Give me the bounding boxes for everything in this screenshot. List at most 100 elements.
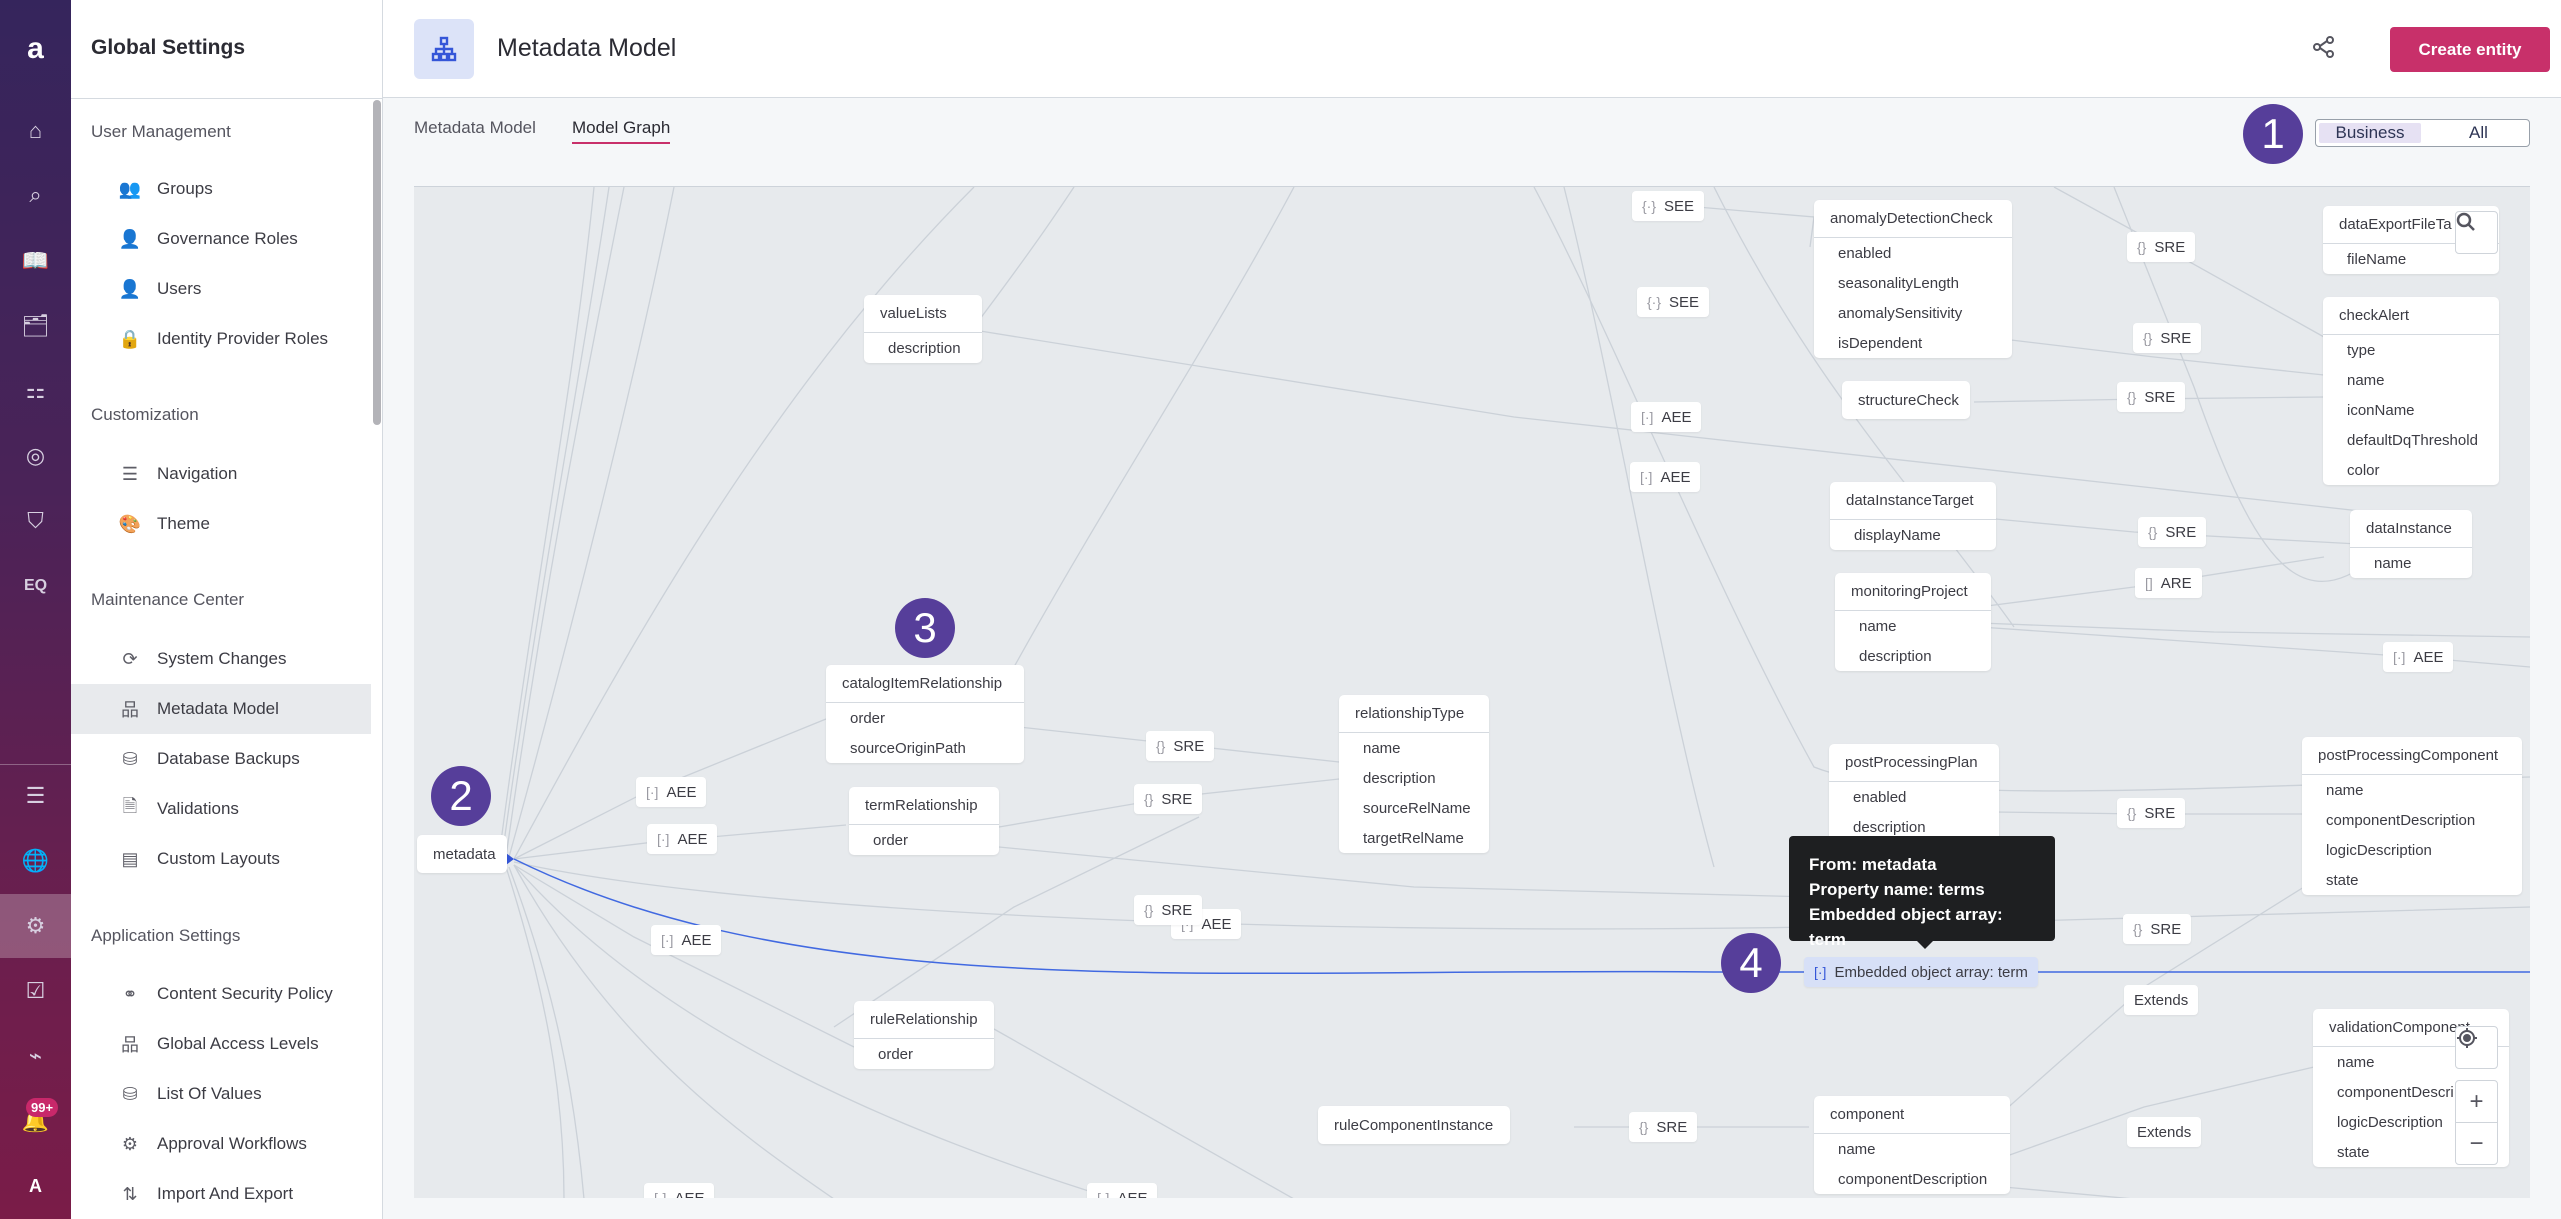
- node-structureCheck[interactable]: structureCheck: [1842, 381, 1970, 419]
- query-icon[interactable]: EQ: [0, 558, 71, 614]
- edge-label[interactable]: {} SRE: [2123, 914, 2192, 944]
- annotation-marker-1: 1: [2243, 104, 2303, 164]
- page-title: Metadata Model: [497, 34, 677, 62]
- home-icon[interactable]: ⌂: [0, 103, 71, 159]
- edge-label[interactable]: {·} SEE: [1632, 191, 1705, 221]
- model-graph-canvas[interactable]: valueLists description anomalyDetectionCh…: [414, 186, 2530, 1198]
- edge-label[interactable]: {} SRE: [2117, 798, 2186, 828]
- node-dataInstanceTarget[interactable]: dataInstanceTarget displayName: [1830, 482, 1996, 550]
- create-entity-button[interactable]: Create entity: [2390, 27, 2550, 72]
- edge-label-text: AEE: [1117, 1189, 1148, 1199]
- sidebar-item-groups[interactable]: 👥 Groups: [71, 164, 371, 214]
- edge-label[interactable]: {} SRE: [2133, 323, 2202, 353]
- node-anomalyDetectionCheck[interactable]: anomalyDetectionCheck enabled seasonalityL…: [1814, 200, 2012, 358]
- monitor-icon[interactable]: ⌁: [0, 1028, 71, 1084]
- edge-label[interactable]: [·] AEE: [1630, 462, 1701, 492]
- user-avatar[interactable]: A: [0, 1158, 71, 1214]
- graph-search-button[interactable]: [2455, 211, 2498, 254]
- edge-label-text: SEE: [1669, 293, 1700, 311]
- sidebar-item-label: Users: [157, 279, 202, 298]
- tasks-icon[interactable]: ☑: [0, 963, 71, 1019]
- edge-label[interactable]: [·] AEE: [651, 925, 722, 955]
- sidebar-item-users[interactable]: 👤 Users: [71, 264, 371, 314]
- graph-center-button[interactable]: [2455, 1026, 2498, 1069]
- sidebar-item-navigation[interactable]: ☰ Navigation: [71, 449, 371, 499]
- single-reference-icon: {}: [1144, 791, 1154, 807]
- toggle-all[interactable]: All: [2431, 123, 2526, 143]
- highlighted-edge-label[interactable]: [·] Embedded object array: term: [1804, 957, 2038, 987]
- zoom-in-button[interactable]: +: [2455, 1080, 2498, 1123]
- sidebar-item-list-of-values[interactable]: ⛁ List Of Values: [71, 1069, 371, 1119]
- node-postProcessingComponent[interactable]: postProcessingComponent name componentDesc…: [2302, 737, 2522, 895]
- app-logo[interactable]: a: [0, 21, 71, 77]
- zoom-out-button[interactable]: −: [2455, 1122, 2498, 1165]
- edge-label[interactable]: [·] AEE: [1631, 402, 1702, 432]
- section-user-management: User Management: [91, 122, 231, 141]
- edge-label[interactable]: {} SRE: [2138, 517, 2207, 547]
- shield-icon[interactable]: ⛉: [0, 493, 71, 549]
- edge-label[interactable]: {·} SEE: [1637, 287, 1710, 317]
- sidebar-item-content-security-policy[interactable]: ⚭ Content Security Policy: [71, 969, 371, 1019]
- edge-label[interactable]: Extends: [2124, 985, 2199, 1015]
- edge-label[interactable]: [·] AEE: [2383, 642, 2454, 672]
- target-icon[interactable]: ◎: [0, 428, 71, 484]
- sidebar-item-approval-workflows[interactable]: ⚙ Approval Workflows: [71, 1119, 371, 1169]
- edge-label[interactable]: [·] AEE: [1087, 1183, 1158, 1199]
- tab-model-graph[interactable]: Model Graph: [572, 118, 671, 144]
- edge-label[interactable]: {} SRE: [1134, 895, 1203, 925]
- edge-label[interactable]: [·] AEE: [644, 1183, 715, 1198]
- edge-label[interactable]: [] ARE: [2135, 568, 2202, 598]
- node-ruleComponentInstance[interactable]: ruleComponentInstance: [1318, 1106, 1510, 1144]
- sidebar-item-metadata-model[interactable]: 品 Metadata Model: [71, 684, 371, 734]
- sidebar-item-validations[interactable]: 🗎 Validations: [71, 784, 371, 834]
- list-icon[interactable]: ☰: [0, 768, 71, 824]
- edge-label[interactable]: [·] AEE: [647, 824, 718, 854]
- node-valueLists[interactable]: valueLists description: [864, 295, 982, 363]
- share-icon[interactable]: [2313, 36, 2335, 65]
- node-checkAlert[interactable]: checkAlert type name iconName defaultDqThres…: [2323, 297, 2499, 485]
- sidebar-item-governance-roles[interactable]: 👤 Governance Roles: [71, 214, 371, 264]
- node-dataInstance[interactable]: dataInstance name: [2350, 510, 2472, 578]
- node-relationshipType[interactable]: relationshipType name description sourceRel…: [1339, 695, 1489, 853]
- node-ruleRelationship[interactable]: ruleRelationship order: [854, 1001, 994, 1069]
- sidebar-item-import-and-export[interactable]: ⇅ Import And Export: [71, 1169, 371, 1219]
- node-title: component: [1814, 1096, 2010, 1134]
- documents-icon[interactable]: 🗂: [0, 298, 71, 354]
- sidebar-item-theme[interactable]: 🎨 Theme: [71, 499, 371, 549]
- sidebar-item-global-access-levels[interactable]: 品 Global Access Levels: [71, 1019, 371, 1069]
- edge-label-text: AEE: [681, 931, 712, 949]
- sidebar-item-custom-layouts[interactable]: ▤ Custom Layouts: [71, 834, 371, 884]
- search-icon[interactable]: ⌕: [0, 167, 71, 223]
- sidebar-item-database-backups[interactable]: ⛁ Database Backups: [71, 734, 371, 784]
- edge-label-text: SRE: [1656, 1118, 1688, 1136]
- node-field: iconName: [2347, 401, 2415, 419]
- sidebar-scrollbar[interactable]: [373, 100, 381, 425]
- sidebar-item-label: Theme: [157, 514, 210, 533]
- book-icon[interactable]: 📖: [0, 233, 71, 289]
- sidebar-item-label: Metadata Model: [157, 699, 279, 718]
- globe-icon[interactable]: 🌐: [0, 833, 71, 889]
- edge-label[interactable]: {} SRE: [1146, 731, 1215, 761]
- sidebar-item-system-changes[interactable]: ⟳ System Changes: [71, 634, 371, 684]
- edge-label[interactable]: {} SRE: [2127, 232, 2196, 262]
- node-catalogItemRelationship[interactable]: catalogItemRelationship order sourceOrigin…: [826, 665, 1024, 763]
- node-termRelationship[interactable]: termRelationship order: [849, 787, 999, 855]
- sidebar-item-identity-provider-roles[interactable]: 🔒 Identity Provider Roles: [71, 314, 371, 364]
- edge-label[interactable]: Extends: [2127, 1117, 2202, 1147]
- settings-icon[interactable]: ⚙: [0, 894, 71, 958]
- edge-label[interactable]: {} SRE: [1134, 784, 1203, 814]
- toggle-business[interactable]: Business: [2319, 123, 2421, 143]
- edge-label[interactable]: {} SRE: [1629, 1112, 1698, 1142]
- hierarchy-icon: 品: [121, 1035, 139, 1055]
- node-monitoringProject[interactable]: monitoringProject name description: [1835, 573, 1991, 671]
- node-component[interactable]: component name componentDescription: [1814, 1096, 2010, 1194]
- node-metadata[interactable]: metadata: [417, 835, 507, 873]
- node-field: sourceRelName: [1363, 799, 1471, 817]
- sidebar-divider: [71, 98, 383, 99]
- edge-label[interactable]: {} SRE: [2117, 382, 2186, 412]
- catalog-icon[interactable]: ⚏: [0, 363, 71, 419]
- governance-roles-icon: 👤: [118, 228, 142, 249]
- tab-metadata-model[interactable]: Metadata Model: [414, 118, 536, 142]
- edge-label[interactable]: [·] AEE: [636, 777, 707, 807]
- node-postProcessingPlan[interactable]: postProcessingPlan enabled description: [1829, 744, 1999, 842]
